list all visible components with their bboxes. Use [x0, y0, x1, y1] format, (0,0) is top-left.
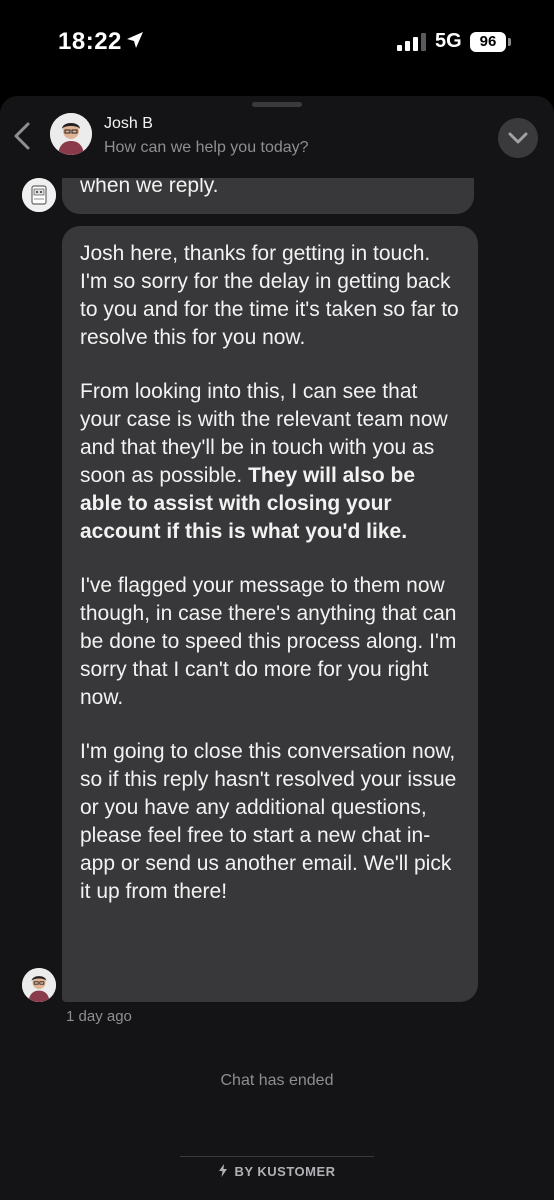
- battery-tip: [508, 38, 511, 46]
- location-arrow-icon: [127, 32, 143, 48]
- message-timestamp: 1 day ago: [66, 1008, 132, 1025]
- bolt-icon: [219, 1164, 228, 1177]
- sheet-grabber[interactable]: [252, 102, 302, 107]
- chat-ended-notice: Chat has ended: [220, 1072, 334, 1089]
- signal-icon: [397, 33, 426, 51]
- bot-avatar: [22, 178, 56, 212]
- powered-by-footer[interactable]: BY KUSTOMER: [0, 1164, 554, 1179]
- header-subtitle: How can we help you today?: [104, 139, 309, 156]
- collapse-chevron-icon[interactable]: [498, 118, 538, 158]
- chat-sheet: Josh B How can we help you today? when w…: [0, 96, 554, 1200]
- message-paragraph: From looking into this, I can see that y…: [80, 378, 462, 546]
- status-bar: 18:22 5G 96: [0, 0, 554, 86]
- message-paragraph: I'm going to close this conversation now…: [80, 740, 457, 903]
- message-paragraph: Josh here, thanks for getting in touch. …: [80, 242, 459, 349]
- status-time: 18:22: [58, 28, 122, 55]
- message-paragraph: I've flagged your message to them now th…: [80, 574, 457, 709]
- battery-icon: 96: [470, 32, 506, 52]
- agent-avatar: [50, 113, 92, 155]
- message-bubble-agent: Josh here, thanks for getting in touch. …: [62, 226, 478, 1002]
- back-chevron-icon[interactable]: [6, 118, 36, 154]
- chat-header: Josh B How can we help you today?: [0, 96, 554, 178]
- agent-name: Josh B: [104, 115, 153, 132]
- agent-avatar-small: [22, 968, 56, 1002]
- network-type: 5G: [435, 30, 462, 52]
- footer-divider: [180, 1156, 374, 1157]
- powered-by-text: BY KUSTOMER: [234, 1164, 336, 1179]
